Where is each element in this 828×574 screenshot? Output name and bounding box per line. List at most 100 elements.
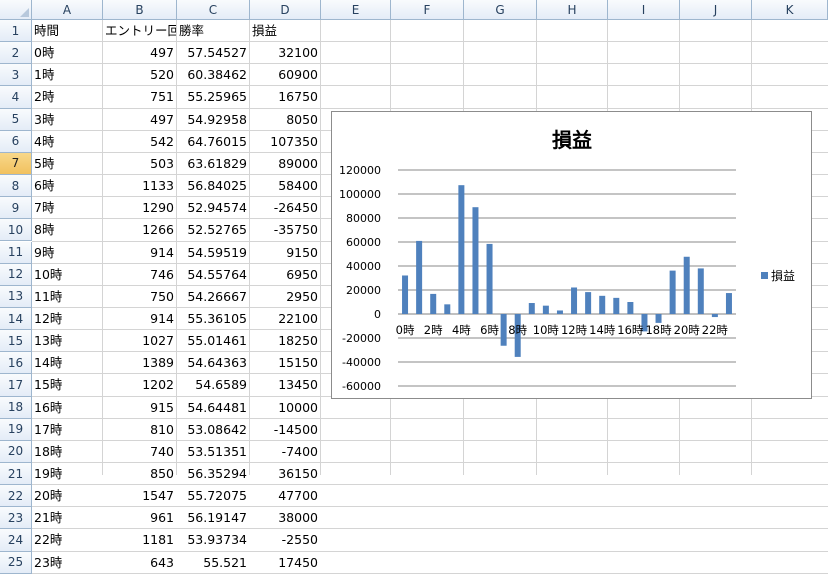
cell-b17[interactable]: 1202 bbox=[103, 374, 176, 396]
cell-b16[interactable]: 1389 bbox=[103, 352, 176, 374]
cell-d3[interactable]: 60900 bbox=[250, 64, 320, 86]
row-header-2[interactable]: 2 bbox=[0, 42, 32, 65]
cell-c18[interactable]: 54.64481 bbox=[177, 397, 249, 419]
cell-c11[interactable]: 54.59519 bbox=[177, 242, 249, 264]
row-header-6[interactable]: 6 bbox=[0, 130, 32, 153]
column-header-d[interactable]: D bbox=[250, 0, 321, 20]
cell-d20[interactable]: -7400 bbox=[250, 441, 320, 463]
row-header-13[interactable]: 13 bbox=[0, 285, 32, 308]
cell-a23[interactable]: 21時 bbox=[32, 507, 102, 529]
cell-a25[interactable]: 23時 bbox=[32, 552, 102, 574]
cell-a3[interactable]: 1時 bbox=[32, 64, 102, 86]
row-header-1[interactable]: 1 bbox=[0, 20, 32, 43]
cell-c7[interactable]: 63.61829 bbox=[177, 153, 249, 175]
cell-b22[interactable]: 1547 bbox=[103, 485, 176, 507]
row-header-15[interactable]: 15 bbox=[0, 330, 32, 353]
cell-a10[interactable]: 8時 bbox=[32, 219, 102, 241]
column-header-k[interactable]: K bbox=[752, 0, 828, 20]
cell-d8[interactable]: 58400 bbox=[250, 175, 320, 197]
cell-a14[interactable]: 12時 bbox=[32, 308, 102, 330]
cell-d24[interactable]: -2550 bbox=[250, 529, 320, 551]
column-header-j[interactable]: J bbox=[680, 0, 752, 20]
cell-d1[interactable]: 損益 bbox=[250, 20, 320, 42]
cell-a24[interactable]: 22時 bbox=[32, 529, 102, 551]
row-header-12[interactable]: 12 bbox=[0, 263, 32, 286]
embedded-chart[interactable]: 損益 120000 100000 80000 60000 40000 20000 0 -200… bbox=[331, 111, 812, 399]
cell-b18[interactable]: 915 bbox=[103, 397, 176, 419]
row-header-11[interactable]: 11 bbox=[0, 241, 32, 264]
cell-b9[interactable]: 1290 bbox=[103, 197, 176, 219]
cell-b20[interactable]: 740 bbox=[103, 441, 176, 463]
cell-d13[interactable]: 2950 bbox=[250, 286, 320, 308]
cell-a6[interactable]: 4時 bbox=[32, 131, 102, 153]
row-header-17[interactable]: 17 bbox=[0, 374, 32, 397]
row-header-24[interactable]: 24 bbox=[0, 529, 32, 552]
cell-b25[interactable]: 643 bbox=[103, 552, 176, 574]
row-header-7[interactable]: 7 bbox=[0, 152, 32, 176]
cell-a13[interactable]: 11時 bbox=[32, 286, 102, 308]
column-header-f[interactable]: F bbox=[391, 0, 464, 20]
cell-b23[interactable]: 961 bbox=[103, 507, 176, 529]
cell-b7[interactable]: 503 bbox=[103, 153, 176, 175]
cell-b13[interactable]: 750 bbox=[103, 286, 176, 308]
cell-c10[interactable]: 52.52765 bbox=[177, 219, 249, 241]
cell-d14[interactable]: 22100 bbox=[250, 308, 320, 330]
cell-a12[interactable]: 10時 bbox=[32, 264, 102, 286]
cell-a21[interactable]: 19時 bbox=[32, 463, 102, 485]
cell-d2[interactable]: 32100 bbox=[250, 42, 320, 64]
cell-c4[interactable]: 55.25965 bbox=[177, 86, 249, 108]
cell-d6[interactable]: 107350 bbox=[250, 131, 320, 153]
cell-c3[interactable]: 60.38462 bbox=[177, 64, 249, 86]
row-header-22[interactable]: 22 bbox=[0, 485, 32, 508]
column-header-h[interactable]: H bbox=[537, 0, 608, 20]
cell-c5[interactable]: 54.92958 bbox=[177, 109, 249, 131]
row-header-23[interactable]: 23 bbox=[0, 507, 32, 530]
cell-a22[interactable]: 20時 bbox=[32, 485, 102, 507]
cell-b21[interactable]: 850 bbox=[103, 463, 176, 485]
cell-d21[interactable]: 36150 bbox=[250, 463, 320, 485]
cell-c6[interactable]: 64.76015 bbox=[177, 131, 249, 153]
spreadsheet[interactable]: ABCDEFGHIJK 1 2 3 4 5 6 7 8 9 10 11 12 13 14 15 16 17 18 1… bbox=[0, 0, 828, 574]
cell-c16[interactable]: 54.64363 bbox=[177, 352, 249, 374]
cell-a18[interactable]: 16時 bbox=[32, 397, 102, 419]
cell-d16[interactable]: 15150 bbox=[250, 352, 320, 374]
cell-c25[interactable]: 55.521 bbox=[177, 552, 249, 574]
column-header-b[interactable]: B bbox=[103, 0, 177, 20]
column-header-g[interactable]: G bbox=[464, 0, 537, 20]
cell-a11[interactable]: 9時 bbox=[32, 242, 102, 264]
cell-c20[interactable]: 53.51351 bbox=[177, 441, 249, 463]
cell-a4[interactable]: 2時 bbox=[32, 86, 102, 108]
row-header-21[interactable]: 21 bbox=[0, 463, 32, 486]
row-header-3[interactable]: 3 bbox=[0, 64, 32, 87]
cell-c9[interactable]: 52.94574 bbox=[177, 197, 249, 219]
cell-d12[interactable]: 6950 bbox=[250, 264, 320, 286]
row-header-9[interactable]: 9 bbox=[0, 197, 32, 220]
cell-d5[interactable]: 8050 bbox=[250, 109, 320, 131]
cell-b6[interactable]: 542 bbox=[103, 131, 176, 153]
cell-c21[interactable]: 56.35294 bbox=[177, 463, 249, 485]
cell-d9[interactable]: -26450 bbox=[250, 197, 320, 219]
cell-b15[interactable]: 1027 bbox=[103, 330, 176, 352]
cell-b3[interactable]: 520 bbox=[103, 64, 176, 86]
cell-d23[interactable]: 38000 bbox=[250, 507, 320, 529]
cell-c23[interactable]: 56.19147 bbox=[177, 507, 249, 529]
cell-a20[interactable]: 18時 bbox=[32, 441, 102, 463]
cell-c13[interactable]: 54.26667 bbox=[177, 286, 249, 308]
column-header-c[interactable]: C bbox=[177, 0, 250, 20]
cell-a9[interactable]: 7時 bbox=[32, 197, 102, 219]
cell-a19[interactable]: 17時 bbox=[32, 419, 102, 441]
select-all-corner[interactable] bbox=[0, 0, 32, 20]
row-header-10[interactable]: 10 bbox=[0, 219, 32, 242]
cell-c17[interactable]: 54.6589 bbox=[177, 374, 249, 396]
cell-d22[interactable]: 47700 bbox=[250, 485, 320, 507]
cell-a7[interactable]: 5時 bbox=[32, 153, 102, 175]
cell-b4[interactable]: 751 bbox=[103, 86, 176, 108]
cell-c1[interactable]: 勝率 bbox=[177, 20, 249, 42]
cell-c22[interactable]: 55.72075 bbox=[177, 485, 249, 507]
cell-d18[interactable]: 10000 bbox=[250, 397, 320, 419]
cell-b24[interactable]: 1181 bbox=[103, 529, 176, 551]
cell-c2[interactable]: 57.54527 bbox=[177, 42, 249, 64]
cell-a8[interactable]: 6時 bbox=[32, 175, 102, 197]
cell-d19[interactable]: -14500 bbox=[250, 419, 320, 441]
row-header-14[interactable]: 14 bbox=[0, 307, 32, 331]
